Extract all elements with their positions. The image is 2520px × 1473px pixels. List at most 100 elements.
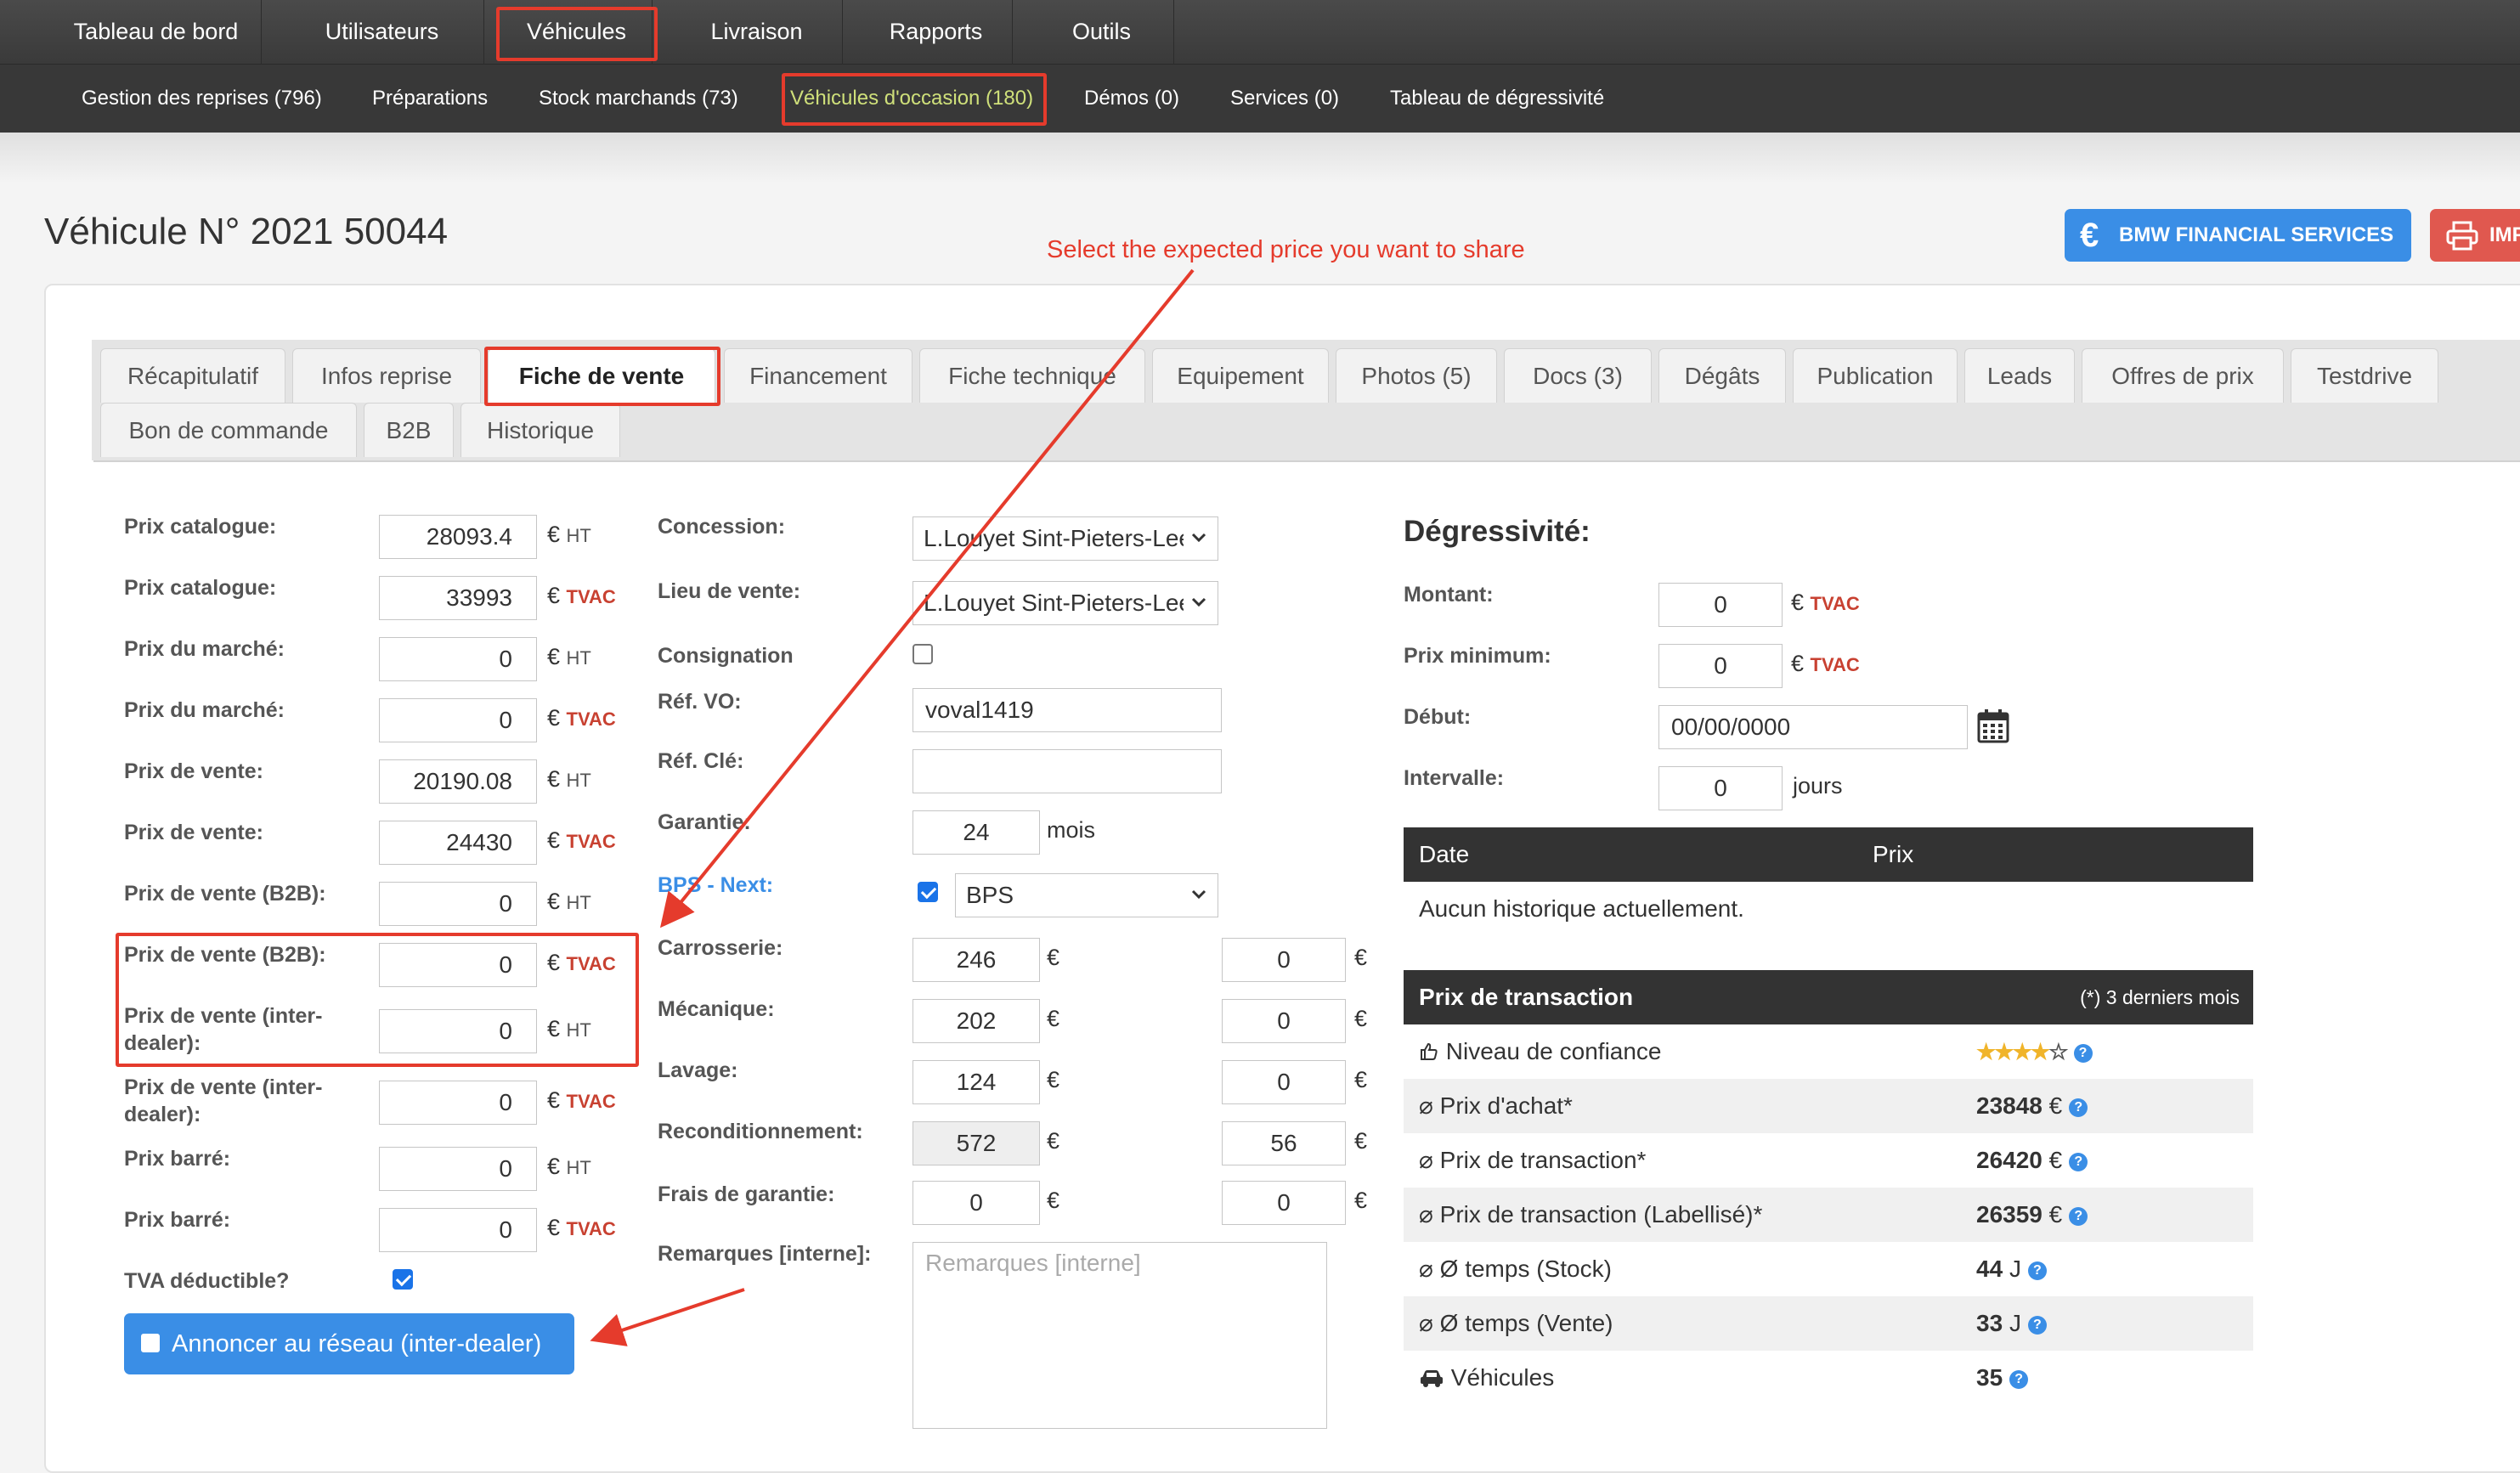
announce-network-button[interactable]: Annoncer au réseau (inter-dealer) <box>124 1313 574 1374</box>
history-col-prix: Prix <box>1873 841 1914 867</box>
carrosserie-cost-input[interactable]: 246 <box>913 938 1040 982</box>
consignation-checkbox[interactable] <box>913 644 933 664</box>
prix-barre-tvac-input[interactable]: 0 <box>379 1208 537 1252</box>
tab-fiche-technique[interactable]: Fiche technique <box>919 348 1145 403</box>
price-label: Prix de vente (B2B): <box>124 882 326 906</box>
prix-marche-ht-input[interactable]: 0 <box>379 637 537 681</box>
lieu-vente-select[interactable]: L.Louyet Sint-Pieters-Leeuw <box>913 581 1218 625</box>
tab-offres-de-prix[interactable]: Offres de prix <box>2082 348 2284 403</box>
vehicules-cell: Véhicules <box>1419 1351 1554 1405</box>
mecanique-cost-input[interactable]: 202 <box>913 999 1040 1043</box>
help-icon[interactable]: ? <box>2027 1261 2047 1280</box>
bps-select[interactable]: BPS <box>955 873 1218 917</box>
print-button[interactable]: IMP <box>2430 209 2520 262</box>
nav-livraison[interactable]: Livraison <box>671 0 843 65</box>
tab-publication[interactable]: Publication <box>1793 348 1958 403</box>
help-icon[interactable]: ? <box>2069 1152 2088 1171</box>
prix-marche-tvac-input[interactable]: 0 <box>379 698 537 742</box>
prix-vente-ht-input[interactable]: 20190.08 <box>379 759 537 804</box>
frais-garantie-cost-2-input[interactable]: 0 <box>1222 1181 1346 1225</box>
garantie-input[interactable]: 24 <box>913 810 1040 855</box>
tab-docs[interactable]: Docs (3) <box>1504 348 1652 403</box>
table-row: ⌀ Prix d'achat* 23848 €? <box>1404 1079 2253 1133</box>
ref-cle-input[interactable] <box>913 749 1222 793</box>
nav-rapports[interactable]: Rapports <box>860 0 1013 65</box>
nav-tableau-de-bord[interactable]: Tableau de bord <box>51 0 262 65</box>
intervalle-label: Intervalle: <box>1404 766 1505 790</box>
prix-vente-b2b-ht-input[interactable]: 0 <box>379 882 537 926</box>
subnav-services[interactable]: Services (0) <box>1230 65 1339 133</box>
prix-barre-ht-input[interactable]: 0 <box>379 1147 537 1191</box>
bmw-financial-services-button[interactable]: € BMW FINANCIAL SERVICES <box>2065 209 2411 262</box>
tab-b2b[interactable]: B2B <box>364 403 454 457</box>
transaction-value: 35? <box>1976 1351 2029 1405</box>
tab-historique[interactable]: Historique <box>460 403 620 457</box>
table-row: Véhicules 35? <box>1404 1351 2253 1405</box>
tab-recapitulatif[interactable]: Récapitulatif <box>100 348 285 403</box>
frais-garantie-cost-input[interactable]: 0 <box>913 1181 1040 1225</box>
help-icon[interactable]: ? <box>2069 1098 2088 1117</box>
announce-label: Annoncer au réseau (inter-dealer) <box>172 1330 542 1357</box>
degressivite-title: Dégressivité: <box>1404 515 1591 548</box>
tva-deductible-label: TVA déductible? <box>124 1269 290 1293</box>
tab-testdrive[interactable]: Testdrive <box>2291 348 2438 403</box>
concession-label: Concession: <box>658 515 786 539</box>
ref-vo-input[interactable]: voval1419 <box>913 688 1222 732</box>
tab-bon-de-commande[interactable]: Bon de commande <box>100 403 357 457</box>
tab-equipement[interactable]: Equipement <box>1152 348 1329 403</box>
debut-date-input[interactable]: 00/00/0000 <box>1658 705 1968 749</box>
price-label: Prix catalogue: <box>124 576 277 600</box>
montant-label: Montant: <box>1404 583 1494 607</box>
tab-degats[interactable]: Dégâts <box>1658 348 1786 403</box>
bps-next-label[interactable]: BPS - Next: <box>658 873 773 898</box>
nav-utilisateurs[interactable]: Utilisateurs <box>280 0 484 65</box>
nav-outils[interactable]: Outils <box>1030 0 1174 65</box>
prix-catalogue-tvac-input[interactable]: 33993 <box>379 576 537 620</box>
chevron-down-icon <box>1191 533 1206 543</box>
lavage-cost-2-input[interactable]: 0 <box>1222 1060 1346 1104</box>
mecanique-cost-2-input[interactable]: 0 <box>1222 999 1346 1043</box>
tab-photos[interactable]: Photos (5) <box>1336 348 1497 403</box>
remarques-textarea[interactable]: Remarques [interne] <box>913 1242 1327 1429</box>
jours-unit: jours <box>1793 773 1843 799</box>
calendar-icon[interactable] <box>1976 708 2010 744</box>
vehicules-label: Véhicules <box>1450 1364 1555 1391</box>
reconditionnement-cost-2-input[interactable]: 56 <box>1222 1121 1346 1165</box>
help-icon[interactable]: ? <box>2073 1043 2093 1063</box>
page-title: Véhicule N° 2021 50044 <box>44 211 449 252</box>
help-icon[interactable]: ? <box>2069 1206 2088 1226</box>
bps-checkbox[interactable] <box>918 882 938 902</box>
carrosserie-cost-2-input[interactable]: 0 <box>1222 938 1346 982</box>
transaction-value: 26359 €? <box>1976 1188 2088 1242</box>
carrosserie-label: Carrosserie: <box>658 936 783 960</box>
consignation-label: Consignation <box>658 644 794 668</box>
subnav-preparations[interactable]: Préparations <box>372 65 488 133</box>
prix-vente-tvac-input[interactable]: 24430 <box>379 821 537 865</box>
tab-leads[interactable]: Leads <box>1964 348 2075 403</box>
unit-tvac: € TVAC <box>547 583 616 608</box>
prix-catalogue-ht-input[interactable]: 28093.4 <box>379 515 537 559</box>
intervalle-input[interactable]: 0 <box>1658 766 1783 810</box>
lavage-cost-input[interactable]: 124 <box>913 1060 1040 1104</box>
subnav-gestion-reprises[interactable]: Gestion des reprises (796) <box>82 65 322 133</box>
announce-checkbox[interactable] <box>141 1334 160 1352</box>
unit-tvac: € TVAC <box>547 827 616 853</box>
prix-vente-inter-dealer-tvac-input[interactable]: 0 <box>379 1081 537 1125</box>
help-icon[interactable]: ? <box>2027 1315 2047 1335</box>
prix-minimum-label: Prix minimum: <box>1404 644 1551 668</box>
euro-unit: € <box>1047 1188 1060 1213</box>
concession-select[interactable]: L.Louyet Sint-Pieters-Leeuw <box>913 516 1218 561</box>
tva-deductible-checkbox[interactable] <box>393 1269 413 1290</box>
tab-financement[interactable]: Financement <box>724 348 913 403</box>
prix-minimum-input[interactable]: 0 <box>1658 644 1783 688</box>
highlight-vehicules-occasion <box>782 73 1047 126</box>
montant-input[interactable]: 0 <box>1658 583 1783 627</box>
help-icon[interactable]: ? <box>2009 1369 2029 1389</box>
subnav-tableau-degressivite[interactable]: Tableau de dégressivité <box>1390 65 1604 133</box>
tab-infos-reprise[interactable]: Infos reprise <box>292 348 481 403</box>
subnav-demos[interactable]: Démos (0) <box>1084 65 1179 133</box>
ref-cle-label: Réf. Clé: <box>658 749 744 773</box>
subnav-stock-marchands[interactable]: Stock marchands (73) <box>539 65 738 133</box>
highlight-fiche-de-vente <box>484 347 720 406</box>
reconditionnement-label: Reconditionnement: <box>658 1120 863 1143</box>
